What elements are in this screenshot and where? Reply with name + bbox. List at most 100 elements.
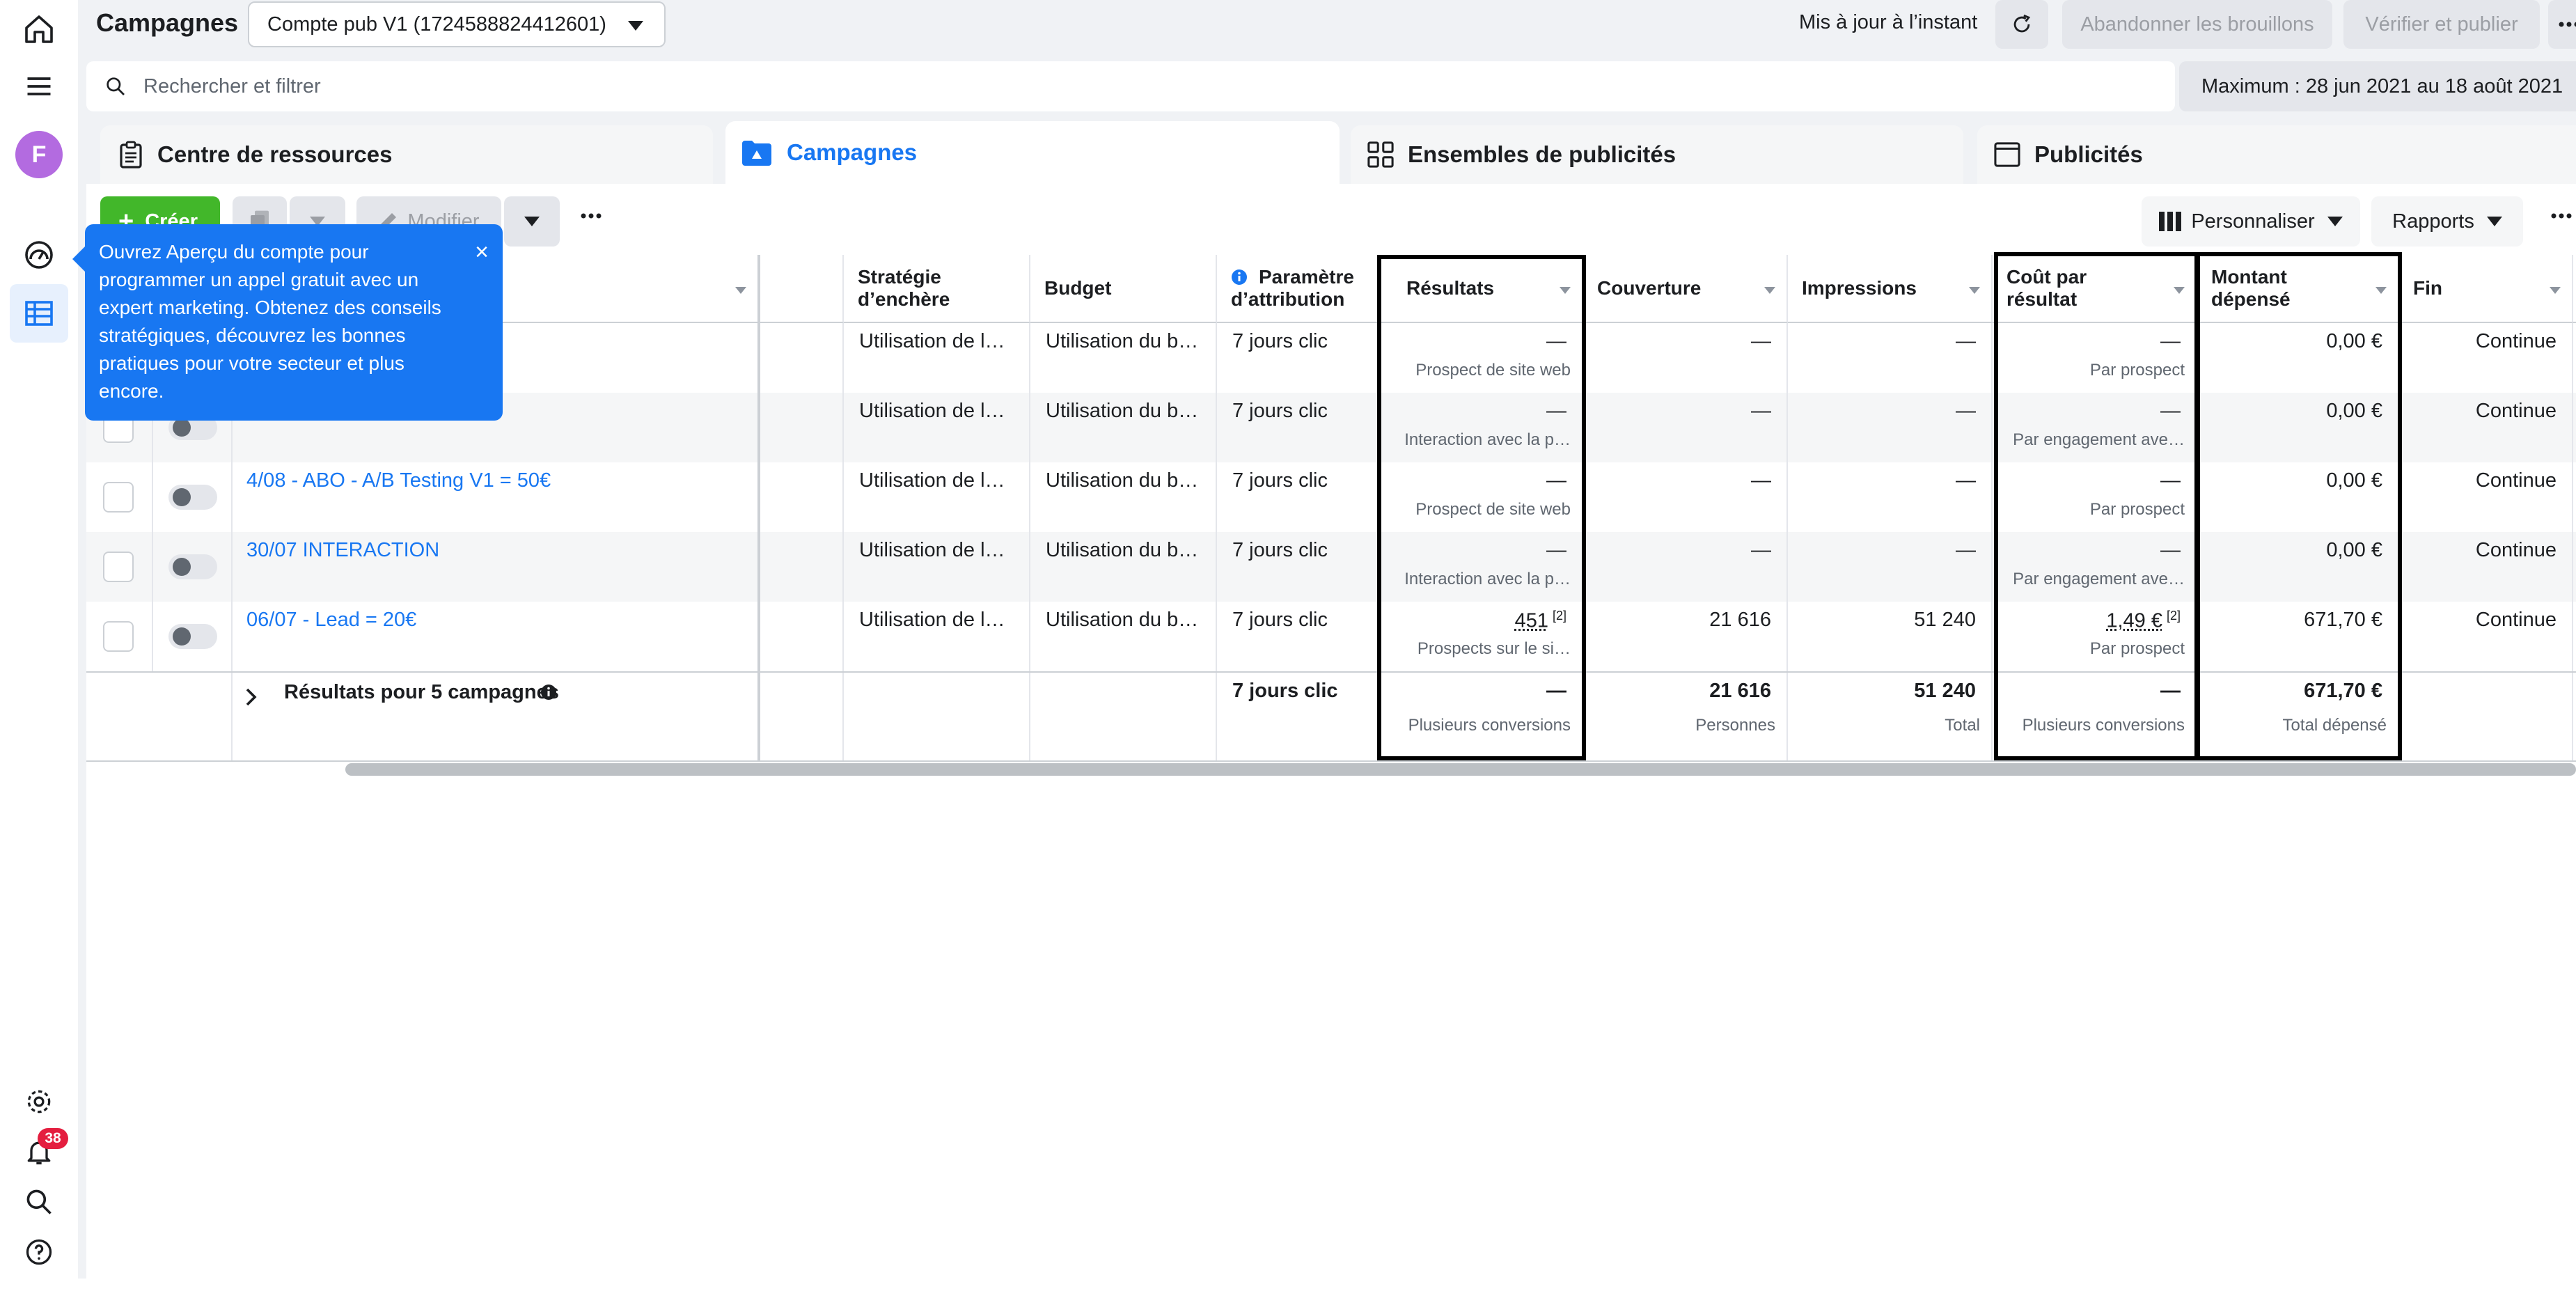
discard-drafts-button[interactable]: Abandonner les brouillons (2062, 0, 2332, 49)
cell-value: Continue (2476, 330, 2557, 353)
cell-value: — (1956, 539, 1976, 562)
col-header-reach[interactable]: Couverture (1583, 255, 1788, 323)
table-cell-end (2399, 673, 2573, 760)
sort-icon (2375, 287, 2387, 294)
more-actions-button[interactable] (581, 213, 602, 219)
cell-value: — (2160, 330, 2181, 353)
more-options-button[interactable] (2548, 0, 2576, 49)
cell-subtext: Prospects sur le si… (1417, 639, 1571, 659)
cell-value: 7 jours clic (1232, 609, 1362, 632)
table-cell-results: —Plusieurs conversions (1379, 673, 1583, 760)
avatar[interactable]: F (15, 131, 63, 178)
cell-number: — (1751, 469, 1771, 492)
col-header-results[interactable]: Résultats (1379, 255, 1583, 323)
edit-dropdown[interactable] (504, 196, 560, 247)
search-icon (104, 75, 127, 97)
table-cell-spent: 671,70 €Total dépensé (2197, 673, 2399, 760)
campaign-toggle[interactable] (168, 624, 217, 649)
cell-number: — (1546, 400, 1566, 422)
grid-icon (1367, 141, 1394, 168)
cell-value: — (2160, 400, 2181, 423)
campaign-toggle[interactable] (168, 485, 217, 510)
col-header-end-label: Fin (2413, 277, 2442, 299)
tab-campaigns[interactable]: Campagnes (725, 121, 1340, 184)
summary-value: — (2160, 680, 2181, 703)
home-icon[interactable] (10, 0, 68, 58)
col-header-amount-spent[interactable]: Montant dépensé (2197, 255, 2399, 323)
customize-columns-button[interactable]: Personnaliser (2142, 196, 2360, 247)
campaign-name-link[interactable]: 06/07 - Lead = 20€ (246, 609, 742, 632)
menu-icon[interactable] (10, 57, 68, 116)
horizontal-scrollbar[interactable] (345, 763, 2576, 776)
campaign-name-link[interactable]: 4/08 - ABO - A/B Testing V1 = 50€ (246, 469, 742, 492)
chevron-right-icon[interactable] (245, 688, 258, 706)
table-cell-strategy: Utilisation de la … (844, 602, 1030, 671)
cell-value: — (1751, 539, 1771, 562)
tab-ads[interactable]: Publicités (1977, 125, 2576, 184)
cell-value: — (1751, 330, 1771, 353)
col-header-attribution[interactable]: Paramètre d’attribution (1217, 255, 1379, 323)
search-filter-bar[interactable]: Rechercher et filtrer (86, 61, 2175, 111)
dashboard-gauge-icon[interactable] (10, 226, 68, 284)
cell-value: — (1546, 330, 1566, 353)
col-header-end[interactable]: Fin (2399, 255, 2573, 323)
table-cell-results: —Prospect de site web (1379, 462, 1583, 532)
table-cell-reach: 21 616Personnes (1583, 673, 1788, 760)
col-header-impressions[interactable]: Impressions (1788, 255, 1993, 323)
table-icon[interactable] (10, 284, 68, 343)
help-icon[interactable] (10, 1223, 68, 1281)
update-status: Mis à jour à l’instant (1799, 11, 1977, 34)
tooltip-text: Ouvrez Aperçu du compte pour programmer … (99, 241, 441, 402)
reports-button[interactable]: Rapports (2371, 196, 2523, 247)
table-cell-impressions: 51 240Total (1788, 673, 1993, 760)
review-publish-button[interactable]: Vérifier et publier (2343, 0, 2540, 49)
col-header-cost-per-result[interactable]: Coût par résultat (1993, 255, 2197, 323)
table-row[interactable]: 4/08 - ABO - A/B Testing V1 = 50€ Utilisa… (86, 462, 2576, 532)
campaign-toggle[interactable] (168, 554, 217, 579)
table-cell-attribution: 7 jours clic (1217, 393, 1379, 462)
account-select-label: Compte pub V1 (1724588824412601) (267, 13, 606, 36)
cell-number: 21 616 (1709, 609, 1771, 631)
table-row[interactable]: 06/07 - Lead = 20€Utilisation de la …Uti… (86, 602, 2576, 671)
row-checkbox[interactable] (103, 552, 134, 582)
ad-window-icon (1994, 142, 2020, 167)
table-more-button[interactable] (2551, 213, 2572, 219)
cell-value: 7 jours clic (1232, 539, 1362, 562)
account-select[interactable]: Compte pub V1 (1724588824412601) (248, 1, 666, 47)
cell-value: 0,00 € (2326, 400, 2382, 423)
close-icon[interactable]: × (475, 238, 489, 266)
cell-number: — (1751, 400, 1771, 422)
table-cell-end: Continue (2399, 532, 2573, 602)
sort-icon (2174, 287, 2185, 294)
table-row[interactable]: 30/07 INTERACTION Utilisation de la … Util… (86, 532, 2576, 602)
campaign-folder-icon (742, 139, 771, 166)
refresh-button[interactable] (1995, 0, 2048, 49)
tab-resource-center[interactable]: Centre de ressources (100, 125, 713, 184)
table-cell-strategy: Utilisation de la … (844, 462, 1030, 532)
cell-number: 0,00 € (2326, 469, 2382, 492)
info-icon (1231, 269, 1248, 286)
campaign-name-link[interactable]: 30/07 INTERACTION (246, 539, 742, 562)
cell-subtext: Par prospect (2090, 639, 2185, 659)
table-cell-spent: 0,00 € (2197, 532, 2399, 602)
tab-ad-sets[interactable]: Ensembles de publicités (1351, 125, 1963, 184)
search-input[interactable]: Rechercher et filtrer (143, 75, 321, 98)
table-cell-frozen: Résultats pour 5 campagnes (86, 673, 760, 760)
table-cell-attribution: 7 jours clic (1217, 323, 1379, 393)
table-cell-overflow (2573, 393, 2576, 462)
cell-value: 0,00 € (2326, 539, 2382, 562)
row-checkbox[interactable] (103, 482, 134, 513)
col-header-budget[interactable]: Budget (1030, 255, 1217, 323)
tab-label: Centre de ressources (157, 141, 393, 168)
col-header-strategy[interactable]: Stratégie d’enchère (844, 255, 1030, 323)
row-checkbox[interactable] (103, 621, 134, 652)
cell-value: Utilisation du b… (1046, 539, 1200, 562)
cell-number: — (2160, 539, 2181, 561)
cell-value: Utilisation de la … (859, 539, 1014, 562)
date-range-picker[interactable]: Maximum : 28 jun 2021 au 18 août 2021 (2179, 61, 2576, 111)
cell-subtext: Par engagement ave… (2013, 430, 2185, 450)
sort-icon (2550, 287, 2561, 294)
col-header-frozen-spacer (760, 255, 844, 323)
tab-label: Campagnes (787, 139, 917, 166)
cell-value: — (1956, 330, 1976, 353)
